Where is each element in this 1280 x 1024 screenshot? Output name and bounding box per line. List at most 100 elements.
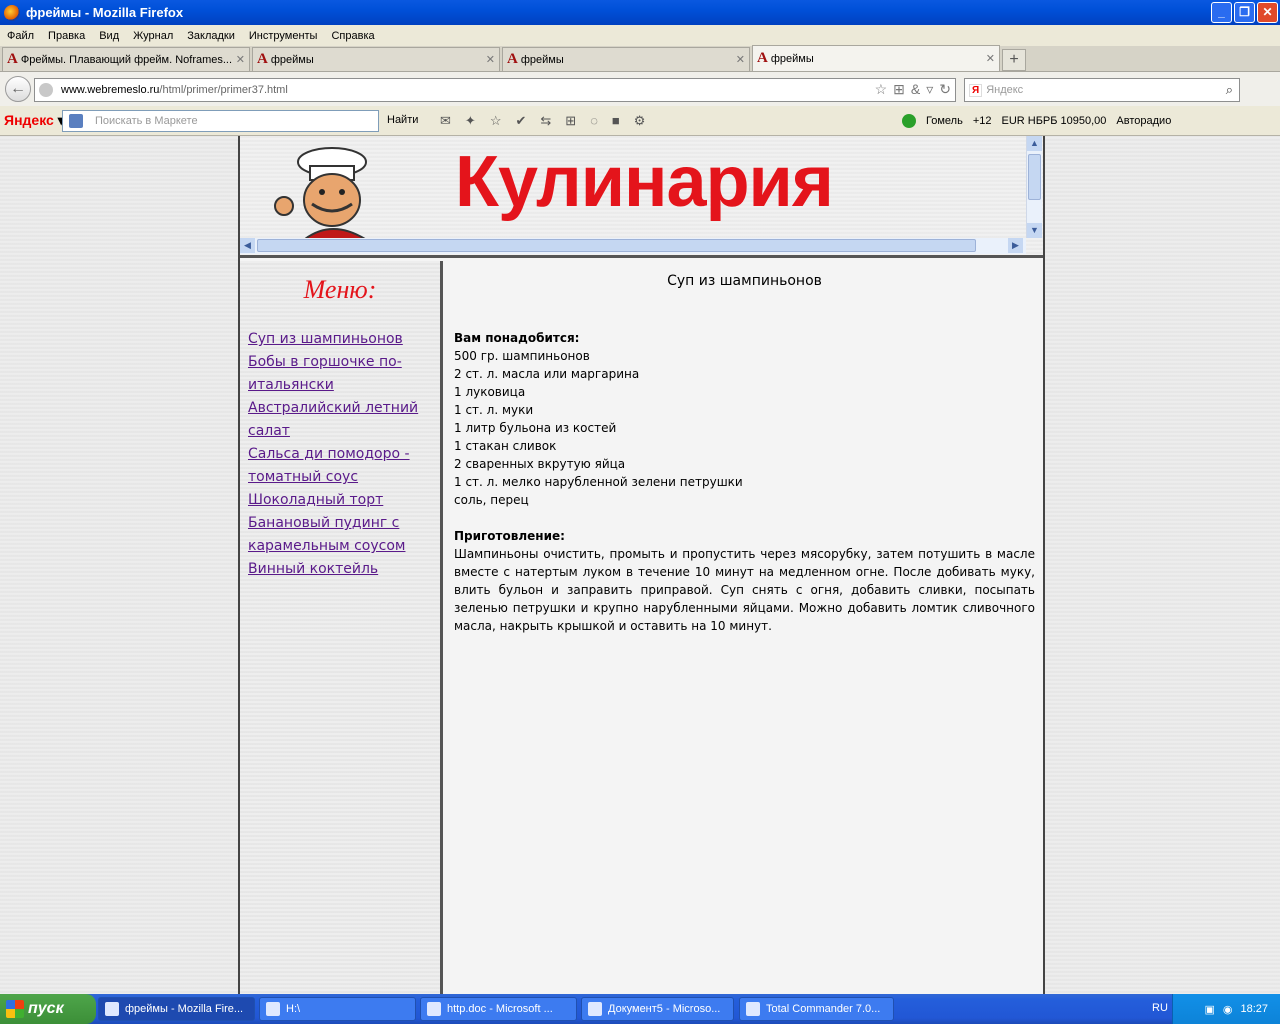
task-label: фреймы - Mozilla Fire... [125,1003,244,1015]
total-commander-icon [746,1002,760,1016]
url-bar[interactable]: www.webremeslo.ru/html/primer/primer37.h… [34,78,956,102]
list-item: Суп из шампиньонов [248,328,436,351]
menu-edit[interactable]: Правка [41,30,92,42]
minimize-button[interactable]: _ [1211,2,1232,23]
site-brand-title: Кулинария [455,142,834,222]
radio-label[interactable]: Авторадио [1116,115,1171,127]
status-green-icon[interactable] [902,114,916,128]
language-indicator[interactable]: RU [1152,1002,1168,1014]
maximize-button[interactable]: ❐ [1234,2,1255,23]
settings-gear-icon[interactable]: ⚙ [634,113,646,129]
taskbar-item-firefox[interactable]: фреймы - Mozilla Fire... [98,997,255,1021]
close-window-button[interactable]: ✕ [1257,2,1278,23]
tab-close-icon[interactable]: ✕ [986,52,995,65]
tab-2[interactable]: A фреймы ✕ [252,47,500,71]
tab-close-icon[interactable]: ✕ [236,53,245,66]
menu-link[interactable]: Шоколадный торт [248,492,383,508]
currency-label[interactable]: EUR НБРБ 10950,00 [1001,115,1106,127]
header-horizontal-scrollbar[interactable]: ◀ ▶ [240,238,1026,254]
scroll-down-icon[interactable]: ▼ [1027,223,1042,238]
taskbar-item-drive[interactable]: H:\ [259,997,416,1021]
menu-link[interactable]: Банановый пудинг с карамельным соусом [248,515,405,554]
list-item: Шоколадный торт [248,489,436,512]
dictionary-icon[interactable]: ⊞ [565,113,576,129]
reload-icon[interactable]: ↻ [939,81,951,98]
menu-frame: Меню: Суп из шампиньонов Бобы в горшочке… [240,261,443,994]
scroll-left-icon[interactable]: ◀ [240,238,255,253]
find-button[interactable]: Найти [387,114,418,126]
menu-link[interactable]: Австралийский летний салат [248,400,418,439]
firefox-icon [4,4,20,21]
content-frame: Суп из шампиньонов Вам понадобится: 500 … [446,261,1043,994]
taskbar: пуск фреймы - Mozilla Fire... H:\ http.d… [0,994,1280,1024]
tab-label: фреймы [520,53,564,66]
drive-icon [266,1002,280,1016]
tab-close-icon[interactable]: ✕ [736,53,745,66]
clock: 18:27 [1240,1003,1268,1015]
bookmarks-icon[interactable]: ✦ [465,113,476,129]
tab-close-icon[interactable]: ✕ [486,53,495,66]
yandex-logo[interactable]: Яндекс ▾ [4,112,65,129]
menu-link[interactable]: Суп из шампиньонов [248,331,403,347]
search-icon[interactable]: ⌕ [1226,82,1233,98]
list-item: Сальса ди помодоро - томатный соус [248,443,436,489]
scroll-thumb[interactable] [257,239,976,252]
menu-bookmarks[interactable]: Закладки [180,30,242,42]
scroll-thumb[interactable] [1028,154,1041,200]
method-heading: Приготовление: [454,529,565,543]
menu-link[interactable]: Винный коктейль [248,561,378,577]
frameset: Кулинария ▲ ▼ ◀ ▶ Меню: Суп из шампиньон… [238,136,1045,994]
translate-icon[interactable]: ⊞ [893,81,905,98]
back-button[interactable]: ← [5,76,31,102]
ingredient-item: 500 гр. шампиньонов [454,349,590,363]
recipe-title: Суп из шампиньонов [667,273,822,289]
scroll-right-icon[interactable]: ▶ [1008,238,1023,253]
tab-label: Фреймы. Плавающий фрейм. Noframes... [20,53,233,66]
network-icon[interactable]: ▣ [1204,1003,1214,1016]
volume-icon[interactable]: ◉ [1223,1003,1233,1016]
search-engine-icon[interactable]: Я [969,83,983,97]
tab-4-active[interactable]: A фреймы ✕ [752,45,1000,71]
market-search-input[interactable]: Поискать в Маркете [62,110,379,132]
method-text: Шампиньоны очистить, промыть и пропустит… [454,547,1035,633]
tab-label: фреймы [270,53,314,66]
start-button[interactable]: пуск [0,994,96,1024]
menu-link[interactable]: Бобы в горшочке по-итальянски [248,354,402,393]
spellcheck-icon[interactable]: ✔ [515,113,526,129]
site-favicon-icon: A [7,51,18,67]
header-frame: Кулинария ▲ ▼ ◀ ▶ [240,136,1043,258]
city-label[interactable]: Гомель [926,115,963,127]
header-vertical-scrollbar[interactable]: ▲ ▼ [1026,136,1042,238]
ingredient-item: 1 ст. л. мелко нарубленной зелени петруш… [454,475,743,489]
tab-1[interactable]: A Фреймы. Плавающий фрейм. Noframes... ✕ [2,47,250,71]
search-box[interactable]: Я Яндекс ⌕ [964,78,1240,102]
word-document-icon [588,1002,602,1016]
task-label: Total Commander 7.0... [766,1003,881,1015]
url-path: /html/primer/primer37.html [159,84,288,96]
mail-icon[interactable]: ✉ [440,113,451,129]
taskbar-item-total-commander[interactable]: Total Commander 7.0... [739,997,894,1021]
dropdown-arrow-icon[interactable]: ▿ [926,81,933,98]
chat-icon[interactable]: ◌ [590,113,598,129]
list-item: Банановый пудинг с карамельным соусом [248,512,436,558]
taskbar-item-word-2[interactable]: Документ5 - Microso... [581,997,734,1021]
menu-file[interactable]: Файл [0,30,41,42]
firefox-icon [105,1002,119,1016]
menu-help[interactable]: Справка [324,30,381,42]
favorites-star-icon[interactable]: ☆ [490,113,502,129]
new-tab-button[interactable]: + [1002,49,1026,71]
apps-icon[interactable]: ■ [612,113,620,129]
site-favicon-icon: A [757,50,768,66]
bookmark-star-icon[interactable]: ☆ [875,81,888,98]
menu-view[interactable]: Вид [92,30,126,42]
taskbar-item-word-1[interactable]: http.doc - Microsoft ... [420,997,577,1021]
translate-toolbar-icon[interactable]: ⇆ [540,113,551,129]
tab-3[interactable]: A фреймы ✕ [502,47,750,71]
weather-label[interactable]: +12 [973,115,992,127]
scroll-up-icon[interactable]: ▲ [1027,136,1042,151]
menu-history[interactable]: Журнал [126,30,180,42]
site-favicon-icon: A [507,51,518,67]
menu-link[interactable]: Сальса ди помодоро - томатный соус [248,446,410,485]
ampersand-icon[interactable]: & [911,81,920,98]
menu-tools[interactable]: Инструменты [242,30,325,42]
